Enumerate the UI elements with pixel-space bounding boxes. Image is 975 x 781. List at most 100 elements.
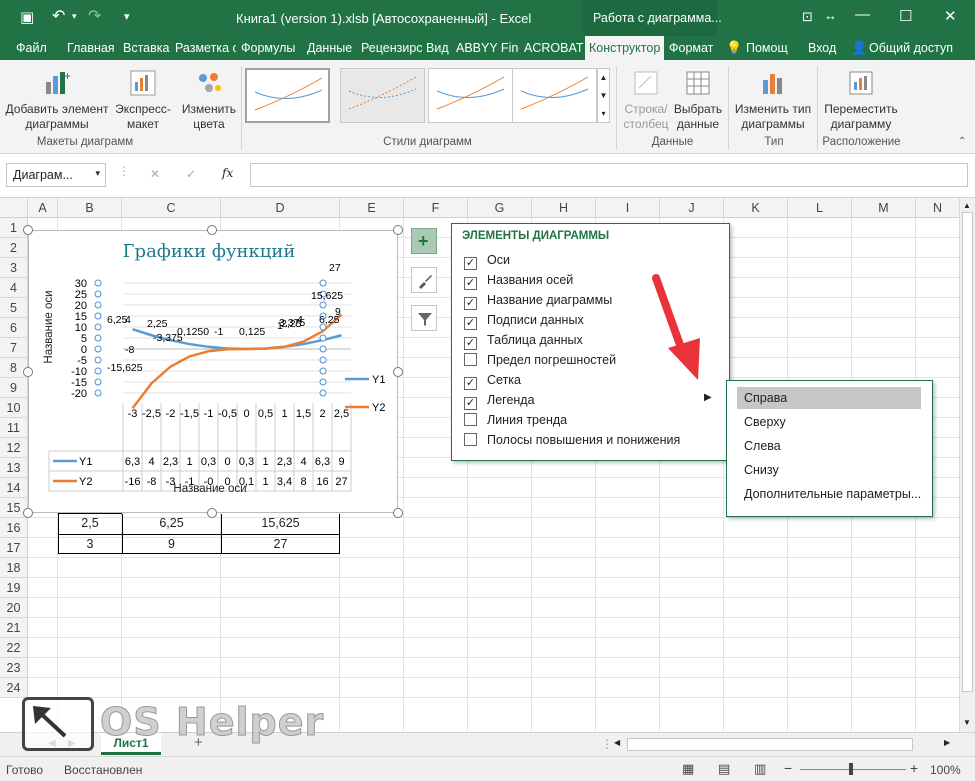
chart-elements-button[interactable]: + xyxy=(411,228,437,254)
col-header-i[interactable]: I xyxy=(596,198,660,218)
panel-item-7[interactable]: ✓ Легенда xyxy=(464,390,535,410)
cell-b15[interactable]: 3 xyxy=(58,534,122,554)
cell-c14[interactable]: 6,25 xyxy=(122,514,221,534)
col-header-l[interactable]: L xyxy=(788,198,852,218)
undo-icon[interactable]: ↶ xyxy=(52,6,65,26)
panel-item-0[interactable]: ✓ Оси xyxy=(464,250,510,270)
resize-handle-tr[interactable] xyxy=(393,225,403,235)
change-chart-type-button[interactable]: Изменить тип диаграммы xyxy=(733,68,813,132)
row-header-10[interactable]: 10 xyxy=(0,398,28,418)
checkbox-checked-icon[interactable]: ✓ xyxy=(464,277,477,290)
panel-item-6[interactable]: ✓ Сетка xyxy=(464,370,521,390)
row-header-19[interactable]: 19 xyxy=(0,578,28,598)
sheet-splitter-icon[interactable]: ⋮ xyxy=(601,737,613,751)
chart-filters-button[interactable] xyxy=(411,305,437,331)
insert-function-icon[interactable]: fx xyxy=(222,166,233,180)
page-layout-view-icon[interactable]: ▤ xyxy=(718,761,730,777)
page-break-view-icon[interactable]: ▥ xyxy=(754,761,766,777)
tab-format[interactable]: Формат xyxy=(666,36,716,60)
tab-page-layout[interactable]: Разметка с xyxy=(172,36,236,60)
tab-abbyy[interactable]: ABBYY Fine xyxy=(453,36,519,60)
checkbox-empty-icon[interactable] xyxy=(464,433,477,446)
row-header-18[interactable]: 18 xyxy=(0,558,28,578)
row-header-9[interactable]: 9 xyxy=(0,378,28,398)
tab-data[interactable]: Данные xyxy=(304,36,355,60)
legend-option-left[interactable]: Слева xyxy=(737,435,921,457)
row-header-11[interactable]: 11 xyxy=(0,418,28,438)
checkbox-checked-icon[interactable]: ✓ xyxy=(464,297,477,310)
tab-review[interactable]: Рецензирс xyxy=(358,36,422,60)
select-all-corner[interactable] xyxy=(0,198,28,218)
row-header-12[interactable]: 12 xyxy=(0,438,28,458)
row-header-3[interactable]: 3 xyxy=(0,258,28,278)
panel-item-9[interactable]: Полосы повышения и понижения xyxy=(464,430,680,450)
resize-handle-br[interactable] xyxy=(393,508,403,518)
zoom-in-button[interactable]: + xyxy=(910,760,918,776)
name-box-dropdown-icon[interactable]: ▾ xyxy=(95,168,100,179)
tab-home[interactable]: Главная xyxy=(64,36,118,60)
scroll-left-icon[interactable]: ◀ xyxy=(614,738,620,747)
resize-handle-tl[interactable] xyxy=(23,225,33,235)
panel-item-4[interactable]: ✓ Таблица данных xyxy=(464,330,583,350)
add-chart-element-button[interactable]: + Добавить элемент диаграммы xyxy=(5,68,109,132)
panel-item-1[interactable]: ✓ Названия осей xyxy=(464,270,573,290)
cancel-icon[interactable]: ✕ xyxy=(150,167,160,181)
checkbox-empty-icon[interactable] xyxy=(464,413,477,426)
horizontal-scroll-thumb[interactable] xyxy=(627,738,913,751)
checkbox-checked-icon[interactable]: ✓ xyxy=(464,317,477,330)
sign-in-link[interactable]: Вход xyxy=(805,36,839,60)
tab-file[interactable]: Файл xyxy=(13,36,50,60)
move-chart-button[interactable]: Переместить диаграмму xyxy=(822,68,900,132)
row-header-4[interactable]: 4 xyxy=(0,278,28,298)
resize-handle-mr[interactable] xyxy=(393,367,403,377)
cell-d14[interactable]: 15,625 xyxy=(221,514,340,534)
row-header-5[interactable]: 5 xyxy=(0,298,28,318)
col-header-d[interactable]: D xyxy=(221,198,340,218)
cell-c15[interactable]: 9 xyxy=(122,534,221,554)
enter-icon[interactable]: ✓ xyxy=(186,167,196,181)
panel-item-8[interactable]: Линия тренда xyxy=(464,410,567,430)
panel-item-2[interactable]: ✓ Название диаграммы xyxy=(464,290,612,310)
panel-item-5[interactable]: Предел погрешностей xyxy=(464,350,616,370)
col-header-g[interactable]: G xyxy=(468,198,532,218)
vertical-scroll-thumb[interactable] xyxy=(962,212,973,692)
checkbox-checked-icon[interactable]: ✓ xyxy=(464,337,477,350)
row-header-14[interactable]: 14 xyxy=(0,478,28,498)
legend-option-right[interactable]: Справа xyxy=(737,387,921,409)
scroll-up-icon[interactable]: ▲ xyxy=(963,201,971,210)
checkbox-empty-icon[interactable] xyxy=(464,353,477,366)
col-header-c[interactable]: C xyxy=(122,198,221,218)
row-header-7[interactable]: 7 xyxy=(0,338,28,358)
customize-qat-icon[interactable]: ▾ xyxy=(124,10,130,23)
change-colors-button[interactable]: Изменить цвета xyxy=(178,68,240,132)
col-header-a[interactable]: A xyxy=(28,198,58,218)
tab-acrobat[interactable]: ACROBAT xyxy=(521,36,587,60)
row-header-16[interactable]: 16 xyxy=(0,518,28,538)
cell-b14[interactable]: 2,5 xyxy=(58,514,122,534)
switch-row-column-button[interactable]: Строка/ столбец xyxy=(621,68,671,132)
scroll-down-icon[interactable]: ▼ xyxy=(963,718,971,727)
resize-handle-bl[interactable] xyxy=(23,508,33,518)
checkbox-checked-icon[interactable]: ✓ xyxy=(464,257,477,270)
tab-view[interactable]: Вид xyxy=(423,36,452,60)
row-header-22[interactable]: 22 xyxy=(0,638,28,658)
chart-style-1[interactable] xyxy=(245,68,330,123)
legend-more-options[interactable]: Дополнительные параметры... xyxy=(737,483,927,505)
chart-style-4[interactable] xyxy=(512,68,597,123)
chart-object[interactable]: Графики функций 30 25 20 15 10 5 0 -5 -10 -15 -20-… xyxy=(28,230,398,513)
row-header-2[interactable]: 2 xyxy=(0,238,28,258)
row-header-21[interactable]: 21 xyxy=(0,618,28,638)
resize-handle-ml[interactable] xyxy=(23,367,33,377)
checkbox-checked-icon[interactable]: ✓ xyxy=(464,397,477,410)
normal-view-icon[interactable]: ▦ xyxy=(682,761,694,777)
minimize-button[interactable]: — xyxy=(855,6,870,23)
tab-insert[interactable]: Вставка xyxy=(120,36,172,60)
legend-option-bottom[interactable]: Снизу xyxy=(737,459,921,481)
share-button[interactable]: Общий доступ xyxy=(866,36,956,60)
row-header-20[interactable]: 20 xyxy=(0,598,28,618)
y-axis-title[interactable]: Название оси xyxy=(43,277,55,377)
sheet-tab-list1[interactable]: Лист1 xyxy=(101,733,161,755)
x-axis-title[interactable]: Название оси xyxy=(29,483,391,495)
legend-option-top[interactable]: Сверху xyxy=(737,411,921,433)
tell-me-box[interactable]: Помощ xyxy=(743,36,791,60)
